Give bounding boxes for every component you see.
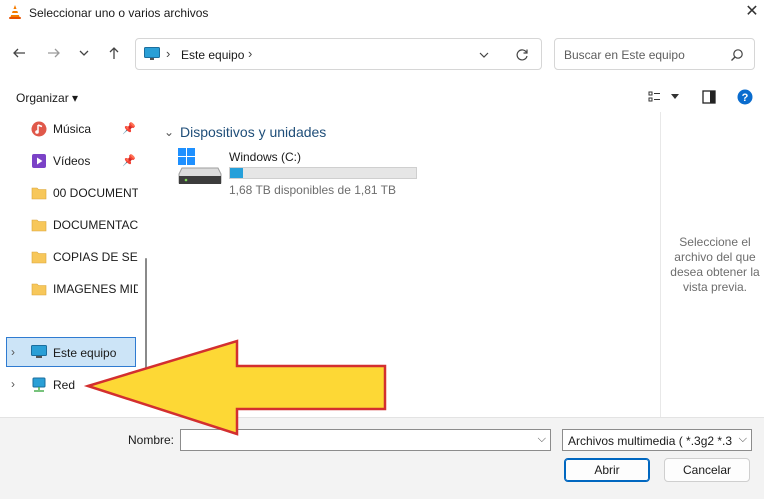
organize-label[interactable]: Organizar: [16, 91, 69, 105]
svg-text:?: ?: [742, 92, 749, 104]
sidebar-item-label: Red: [53, 378, 76, 392]
search-placeholder[interactable]: Buscar en Este equipo: [564, 48, 685, 62]
sidebar-item-musica[interactable]: Música 📌: [0, 116, 140, 142]
breadcrumb-separator[interactable]: ›: [248, 46, 252, 61]
file-name-input[interactable]: [181, 430, 531, 450]
chevron-down-icon: [79, 50, 89, 56]
file-name-combobox[interactable]: ⌵: [180, 429, 551, 451]
drive-usage-fill: [230, 168, 244, 178]
chevron-down-icon[interactable]: ⌵: [538, 433, 546, 446]
breadcrumb-este-equipo[interactable]: Este equipo: [181, 48, 244, 62]
chevron-down-icon[interactable]: ⌄: [164, 125, 174, 139]
drive-name: Windows (C:): [229, 150, 302, 164]
folder-icon: [31, 251, 47, 264]
chevron-right-icon[interactable]: ›: [11, 345, 15, 359]
folder-icon: [31, 283, 47, 296]
file-type-filter[interactable]: Archivos multimedia ( *.3g2 *.3 ⌵: [562, 429, 752, 451]
pin-icon: 📌: [122, 123, 136, 135]
sidebar-scrollbar[interactable]: [145, 258, 147, 384]
sidebar-item-label: IMAGENES MIDI: [53, 282, 138, 296]
file-name-label: Nombre:: [128, 433, 175, 447]
network-icon: [32, 377, 46, 392]
computer-icon: [31, 345, 47, 358]
preview-message: Seleccione el archivo del que desea obte…: [670, 235, 760, 294]
sidebar-item-label: 00 DOCUMENTOS: [53, 186, 138, 200]
sidebar-item-label: DOCUMENTACIÓN: [53, 218, 138, 232]
video-icon: [32, 154, 46, 168]
chevron-down-icon[interactable]: ⌵: [739, 433, 747, 446]
refresh-icon[interactable]: [515, 48, 529, 62]
back-button[interactable]: [8, 42, 30, 64]
open-button[interactable]: Abrir: [564, 458, 650, 482]
sidebar-item-label: COPIAS DE SEGURIDAD: [53, 250, 138, 264]
music-icon: [31, 121, 47, 137]
breadcrumb-separator[interactable]: ›: [166, 46, 170, 61]
drive-icon: [178, 148, 222, 184]
sidebar-item-videos[interactable]: Vídeos 📌: [0, 148, 140, 174]
title-bar: Seleccionar uno o varios archivos ✕: [0, 0, 764, 26]
arrow-up-icon: [109, 47, 119, 59]
sidebar-item-folder[interactable]: 00 DOCUMENTOS: [0, 180, 140, 206]
preview-pane: Seleccione el archivo del que desea obte…: [660, 112, 764, 417]
chevron-right-icon[interactable]: ›: [11, 377, 15, 391]
drive-item[interactable]: Windows (C:) 1,68 TB disponibles de 1,81…: [178, 148, 428, 198]
pin-icon: 📌: [122, 155, 136, 167]
group-title[interactable]: Dispositivos y unidades: [180, 124, 326, 140]
help-icon[interactable]: ?: [737, 89, 753, 105]
computer-icon: [144, 47, 160, 60]
caret-down-icon[interactable]: [670, 94, 680, 100]
sidebar-item-este-equipo[interactable]: › Este equipo: [6, 337, 136, 367]
sidebar-item-folder[interactable]: IMAGENES MIDI: [0, 276, 140, 302]
footer-bar: Nombre: ⌵ Archivos multimedia ( *.3g2 *.…: [0, 417, 764, 499]
navigation-bar: › Este equipo › Buscar en Este equipo: [0, 34, 764, 74]
search-box[interactable]: Buscar en Este equipo: [554, 38, 755, 70]
sidebar-item-folder[interactable]: DOCUMENTACIÓN: [0, 212, 140, 238]
sidebar-item-label: Este equipo: [53, 346, 117, 360]
search-icon[interactable]: [730, 48, 744, 62]
close-button[interactable]: ✕: [742, 2, 762, 22]
group-header[interactable]: ⌄ Dispositivos y unidades: [164, 124, 326, 140]
window-title: Seleccionar uno o varios archivos: [29, 6, 209, 20]
forward-button[interactable]: [43, 42, 65, 64]
navigation-pane: Música 📌 Vídeos 📌 00 DOCUMENTOS DOCUMENT…: [0, 112, 152, 417]
arrow-right-icon: [48, 48, 60, 58]
file-type-value[interactable]: Archivos multimedia ( *.3g2 *.3: [568, 434, 733, 448]
organize-button[interactable]: Organizar ▾: [16, 91, 78, 105]
drive-usage-bar: [229, 167, 417, 179]
drive-free-space: 1,68 TB disponibles de 1,81 TB: [229, 183, 397, 197]
cancel-button[interactable]: Cancelar: [664, 458, 750, 482]
sidebar-item-red[interactable]: › Red: [0, 372, 140, 398]
chevron-down-icon[interactable]: [479, 50, 489, 60]
file-list: ⌄ Dispositivos y unidades Windows (C:) 1…: [152, 112, 660, 417]
sidebar-item-folder[interactable]: COPIAS DE SEGURIDAD: [0, 244, 140, 270]
vlc-cone-icon: [9, 5, 21, 19]
command-bar: Organizar ▾ ?: [0, 82, 764, 112]
recent-locations-button[interactable]: [73, 42, 95, 64]
up-button[interactable]: [103, 42, 125, 64]
preview-pane-icon[interactable]: [702, 90, 716, 104]
view-options-icon[interactable]: [648, 90, 662, 104]
folder-icon: [31, 187, 47, 200]
arrow-left-icon: [13, 48, 25, 58]
folder-icon: [31, 219, 47, 232]
address-bar[interactable]: › Este equipo ›: [135, 38, 542, 70]
